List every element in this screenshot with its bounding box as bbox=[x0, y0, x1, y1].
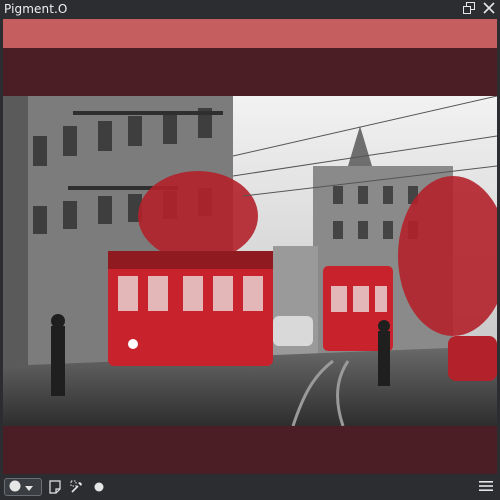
bottom-toolbar bbox=[0, 474, 500, 500]
restore-icon[interactable] bbox=[462, 1, 476, 15]
color-panel[interactable] bbox=[3, 48, 497, 474]
eyedropper-icon[interactable] bbox=[68, 478, 86, 496]
circle-mode-icon bbox=[8, 478, 22, 497]
window-controls bbox=[462, 1, 496, 15]
mode-dropdown[interactable] bbox=[4, 478, 42, 496]
tram-street-photo bbox=[3, 96, 497, 426]
close-icon[interactable] bbox=[482, 1, 496, 15]
window-title: Pigment.O bbox=[4, 2, 68, 16]
title-bar: Pigment.O bbox=[0, 0, 500, 18]
active-color-swatch[interactable] bbox=[3, 19, 497, 48]
document-icon[interactable] bbox=[46, 478, 64, 496]
chevron-down-icon bbox=[24, 478, 34, 497]
dot-icon[interactable] bbox=[90, 478, 108, 496]
hamburger-menu-icon[interactable] bbox=[478, 478, 494, 494]
reference-image[interactable] bbox=[3, 96, 497, 426]
